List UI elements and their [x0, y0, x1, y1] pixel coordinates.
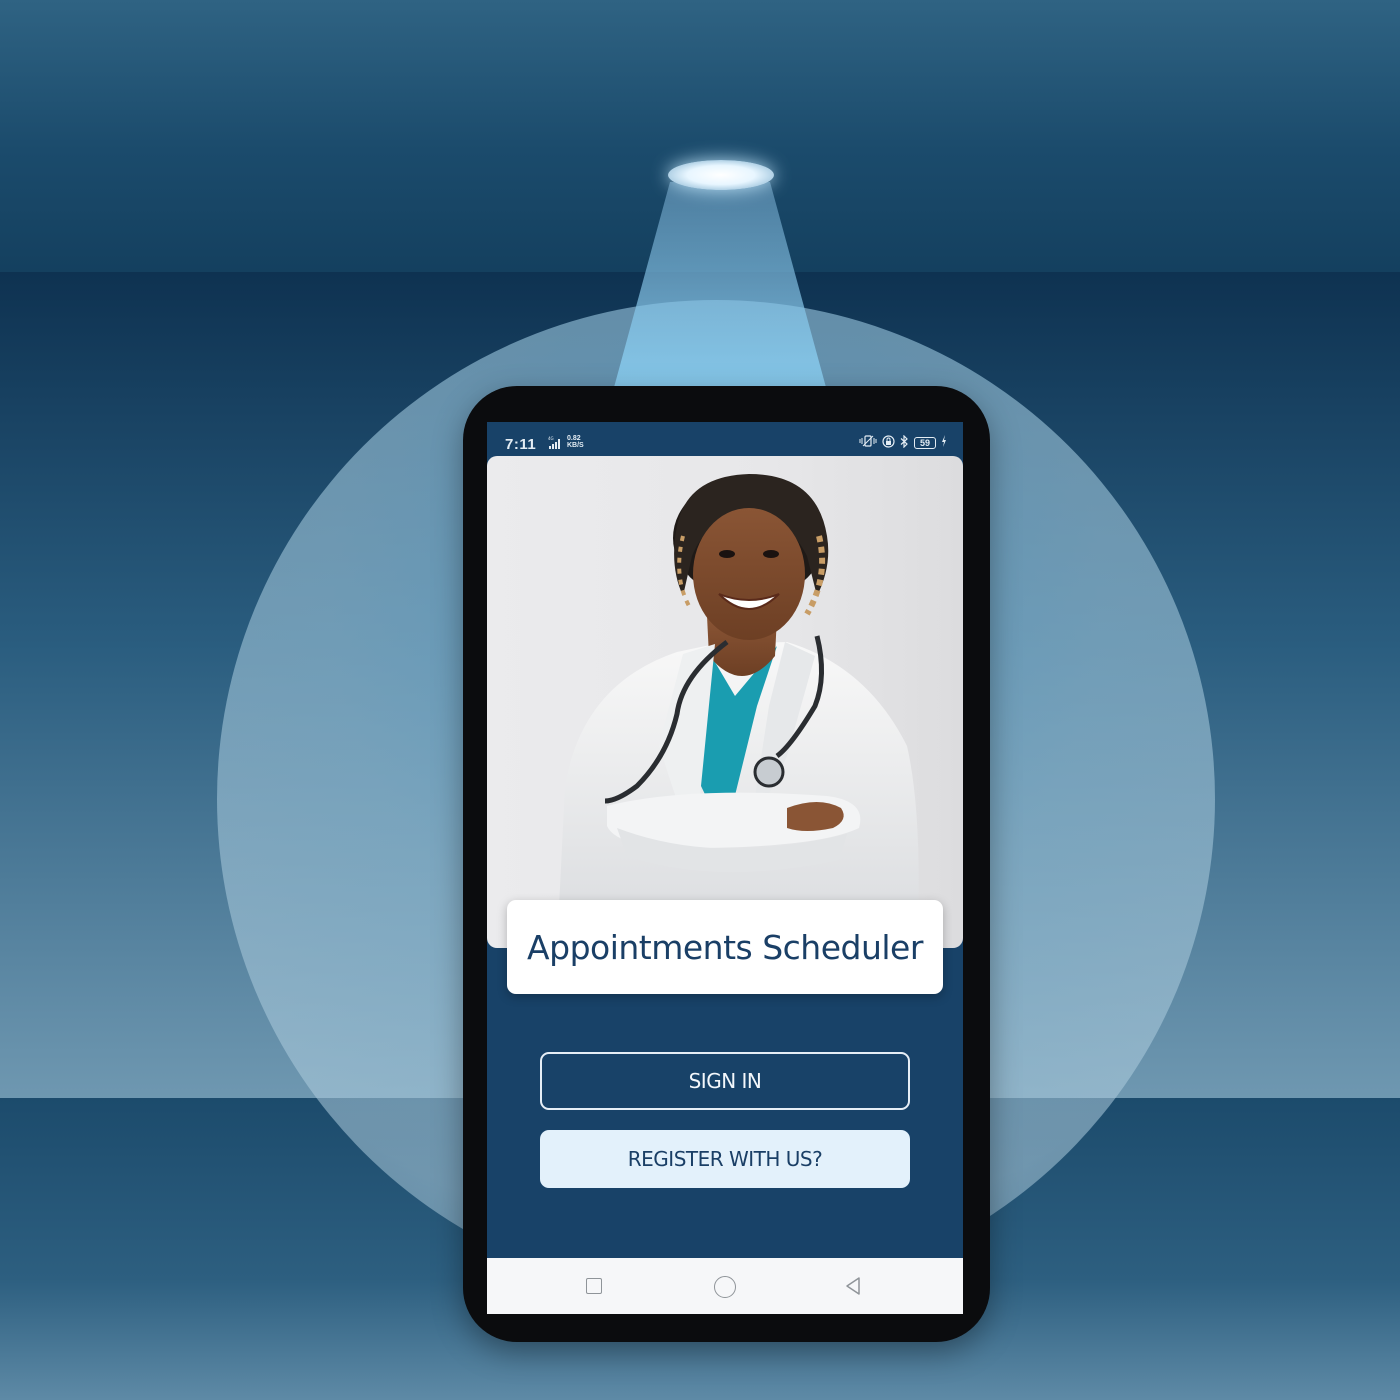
home-icon[interactable]: [714, 1276, 736, 1298]
recent-apps-icon[interactable]: [586, 1278, 602, 1294]
charging-icon: [941, 435, 947, 451]
status-icons: 59: [859, 434, 947, 452]
network-speed-value: 0.82: [567, 435, 581, 442]
bluetooth-icon: [900, 434, 909, 452]
battery-icon: 59: [913, 437, 936, 449]
hero-image: [487, 456, 963, 948]
status-time: 7:11: [505, 436, 537, 453]
doctor-portrait: [557, 474, 919, 948]
app-title: Appointments Scheduler: [527, 927, 923, 967]
network-speed-unit: KB/S: [567, 442, 584, 449]
network-speed: 0.82 KB/S: [567, 435, 584, 449]
phone-frame: 7:11 4G 0.82 KB/S 59 Appointments Schedu…: [463, 386, 990, 1342]
status-bar: 7:11 4G 0.82 KB/S 59: [487, 422, 963, 454]
sign-in-button[interactable]: SIGN IN: [540, 1052, 910, 1110]
phone-screen: 7:11 4G 0.82 KB/S 59 Appointments Schedu…: [487, 422, 963, 1314]
register-button[interactable]: REGISTER WITH US?: [540, 1130, 910, 1188]
signal-icon: 4G: [545, 436, 561, 450]
ceiling-lamp-icon: [668, 160, 774, 190]
sync-lock-icon: [882, 434, 895, 452]
android-nav-bar: [487, 1258, 963, 1314]
network-label: 4G: [548, 436, 554, 441]
vibrate-icon: [859, 435, 877, 451]
promo-scene: 7:11 4G 0.82 KB/S 59 Appointments Schedu…: [0, 0, 1400, 1400]
app-title-card: Appointments Scheduler: [507, 900, 943, 994]
back-icon[interactable]: [844, 1276, 864, 1296]
